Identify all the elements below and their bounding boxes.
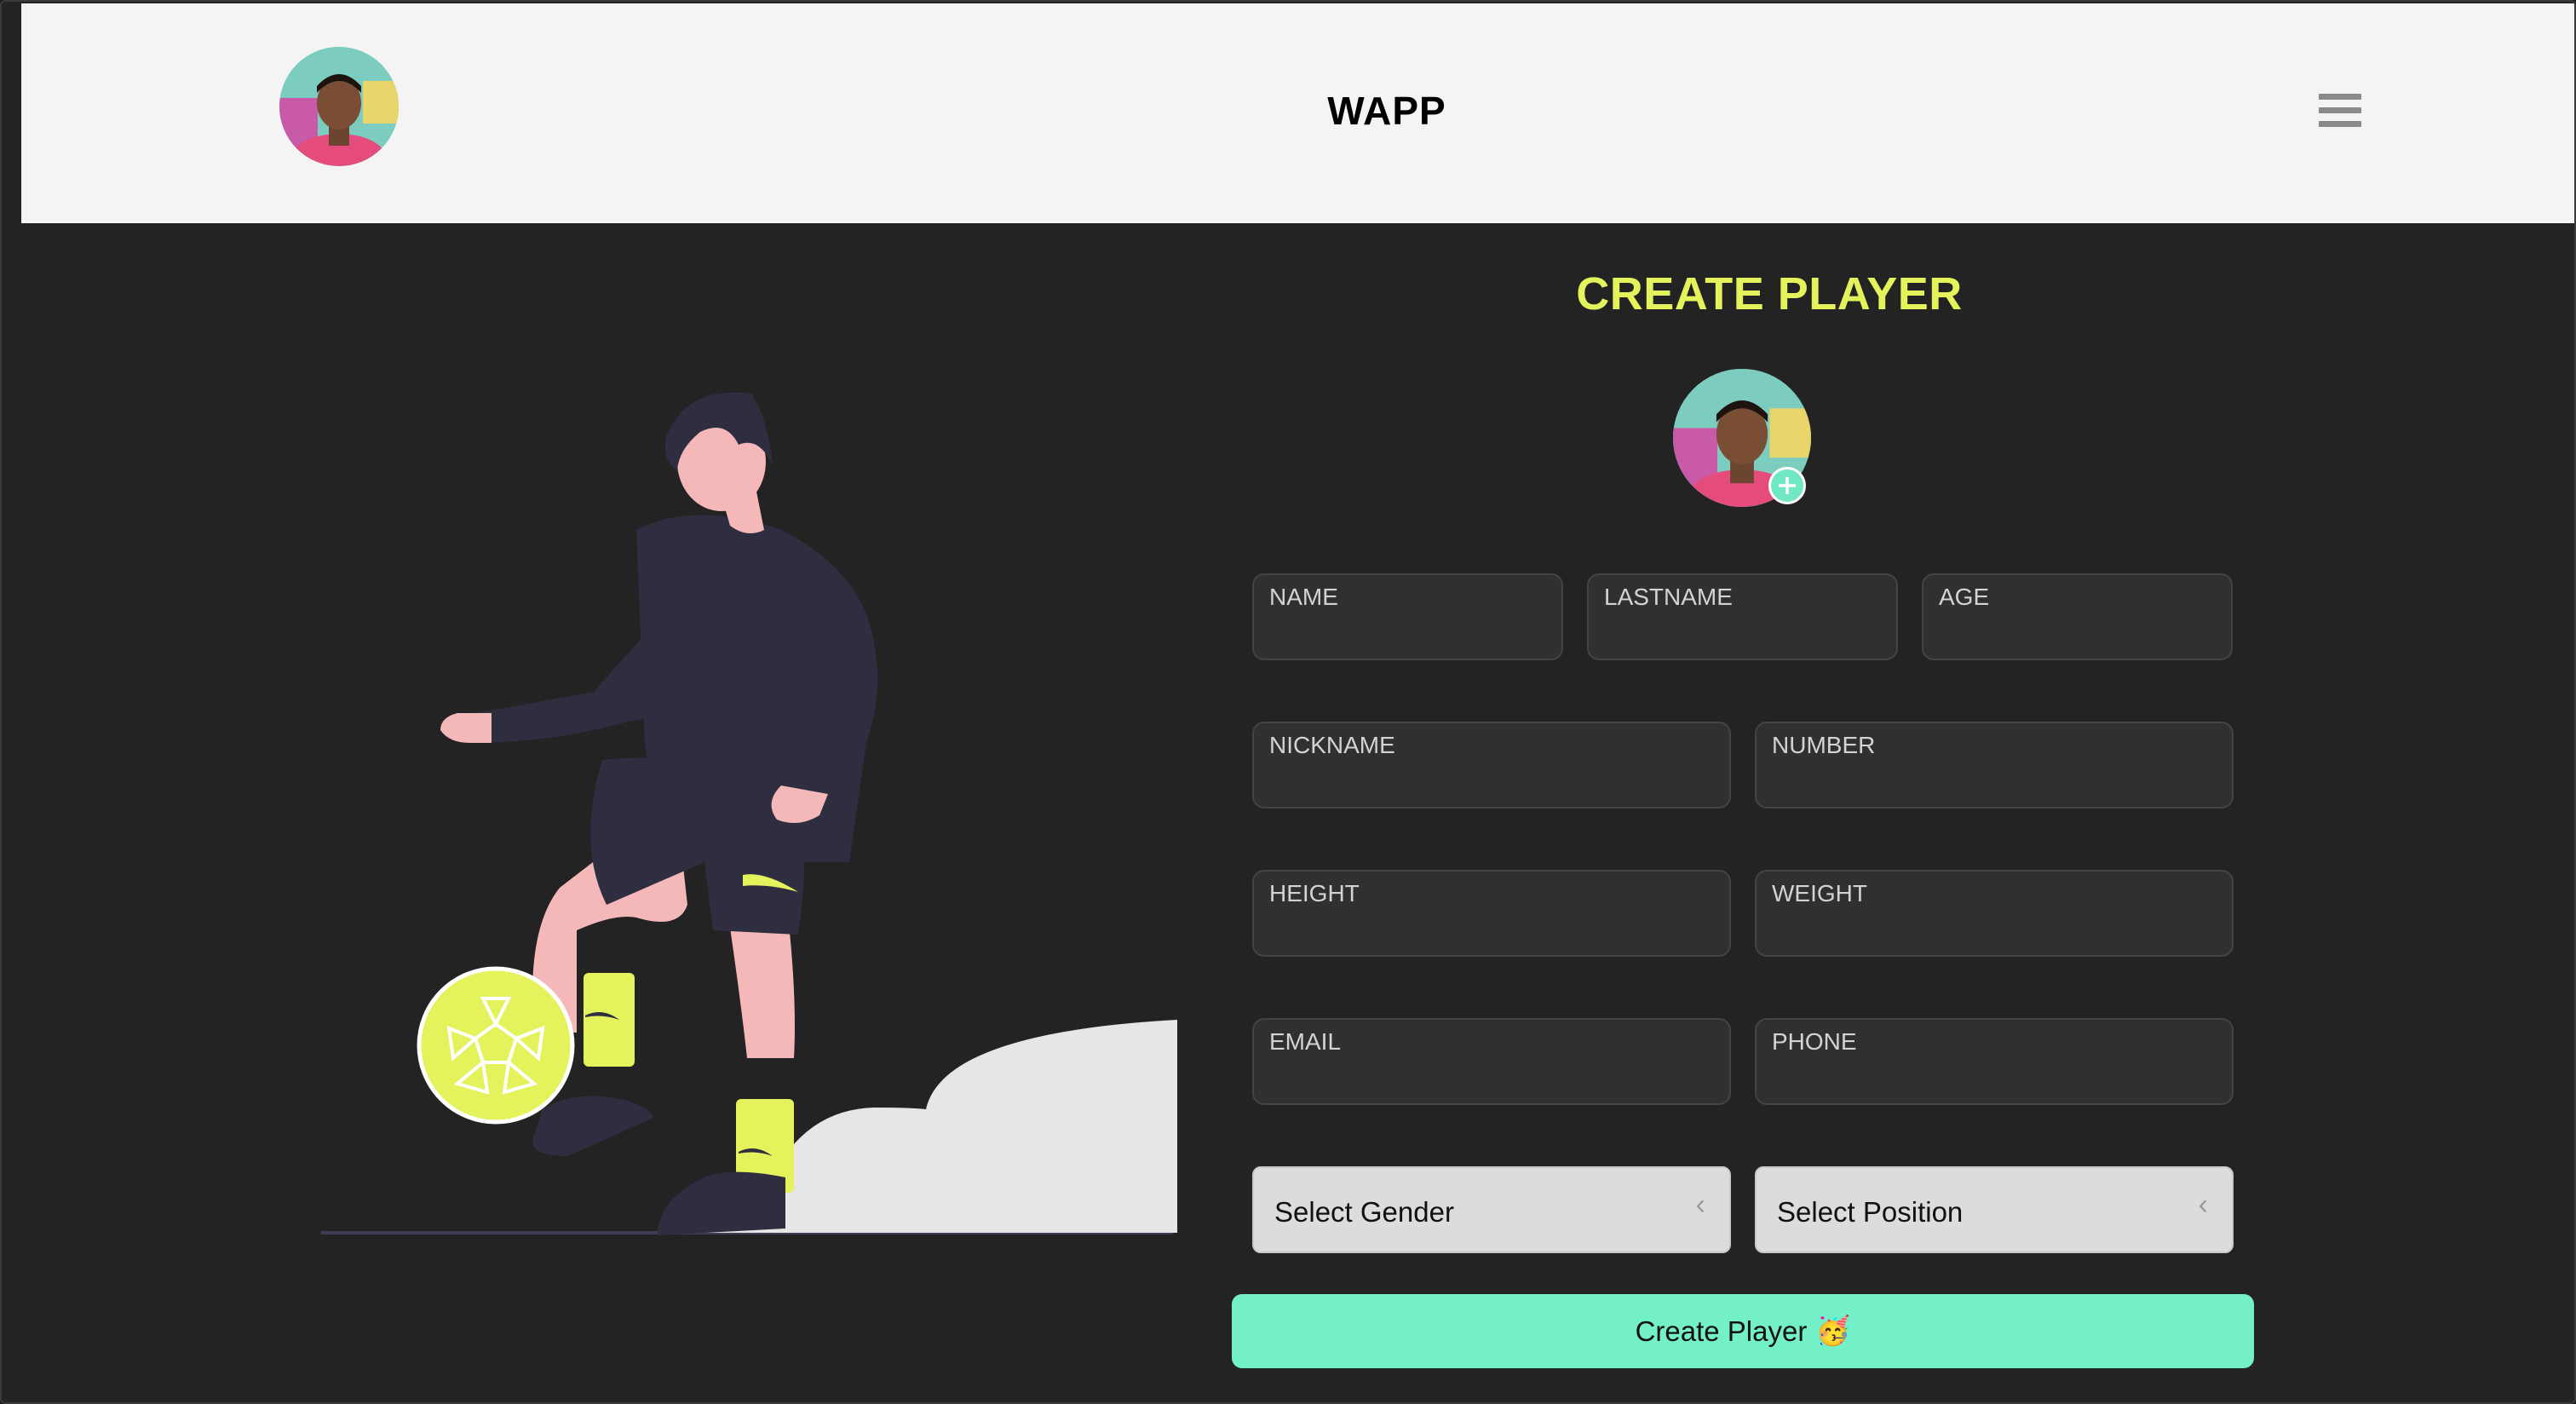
hamburger-menu-icon[interactable] [2319,94,2361,135]
football-player-illustration [321,392,1177,1235]
party-face-icon: 🥳 [1815,1315,1851,1346]
player-photo-picker[interactable] [1673,369,1811,507]
create-player-button[interactable]: Create Player 🥳 [1232,1294,2254,1368]
age-label: AGE [1939,584,1990,610]
number-label: NUMBER [1772,732,1876,758]
name-label: NAME [1269,584,1338,610]
age-field[interactable]: AGE [1922,573,2233,660]
user-avatar[interactable] [279,47,399,166]
add-photo-button[interactable] [1768,467,1806,504]
sock-front [584,973,635,1067]
chevron-left-icon: ‹ [2198,1188,2208,1221]
weight-label: WEIGHT [1772,880,1867,906]
position-select-value: Select Position [1777,1196,1964,1228]
boot-front [532,1096,653,1156]
position-select[interactable]: Select Position ‹ [1755,1166,2234,1253]
phone-label: PHONE [1772,1028,1857,1055]
nickname-field[interactable]: NICKNAME [1252,722,1731,808]
lastname-field[interactable]: LASTNAME [1587,573,1898,660]
boot-back [658,1171,785,1235]
number-field[interactable]: NUMBER [1755,722,2234,808]
avatar-photo-icon [279,47,399,166]
name-field[interactable]: NAME [1252,573,1563,660]
weight-field[interactable]: WEIGHT [1755,870,2234,957]
gender-select[interactable]: Select Gender ‹ [1252,1166,1731,1253]
create-player-label: Create Player [1635,1315,1808,1347]
email-field[interactable]: EMAIL [1252,1018,1731,1105]
form-title: CREATE PLAYER [1576,268,1963,319]
top-navbar: WAPP [21,3,2574,223]
email-label: EMAIL [1269,1028,1342,1055]
hand-left [440,713,492,743]
app-brand[interactable]: WAPP [1259,88,1515,134]
chevron-left-icon: ‹ [1695,1188,1705,1221]
plus-icon [1779,477,1796,494]
soccer-ball [417,966,575,1125]
app-window: WAPP CREATE PLAYER NAME LASTNAME AGE NIC… [0,0,2576,1404]
height-label: HEIGHT [1269,880,1360,906]
gender-select-value: Select Gender [1274,1196,1454,1228]
lastname-label: LASTNAME [1604,584,1733,610]
height-field[interactable]: HEIGHT [1252,870,1731,957]
nickname-label: NICKNAME [1269,732,1395,758]
phone-field[interactable]: PHONE [1755,1018,2234,1105]
